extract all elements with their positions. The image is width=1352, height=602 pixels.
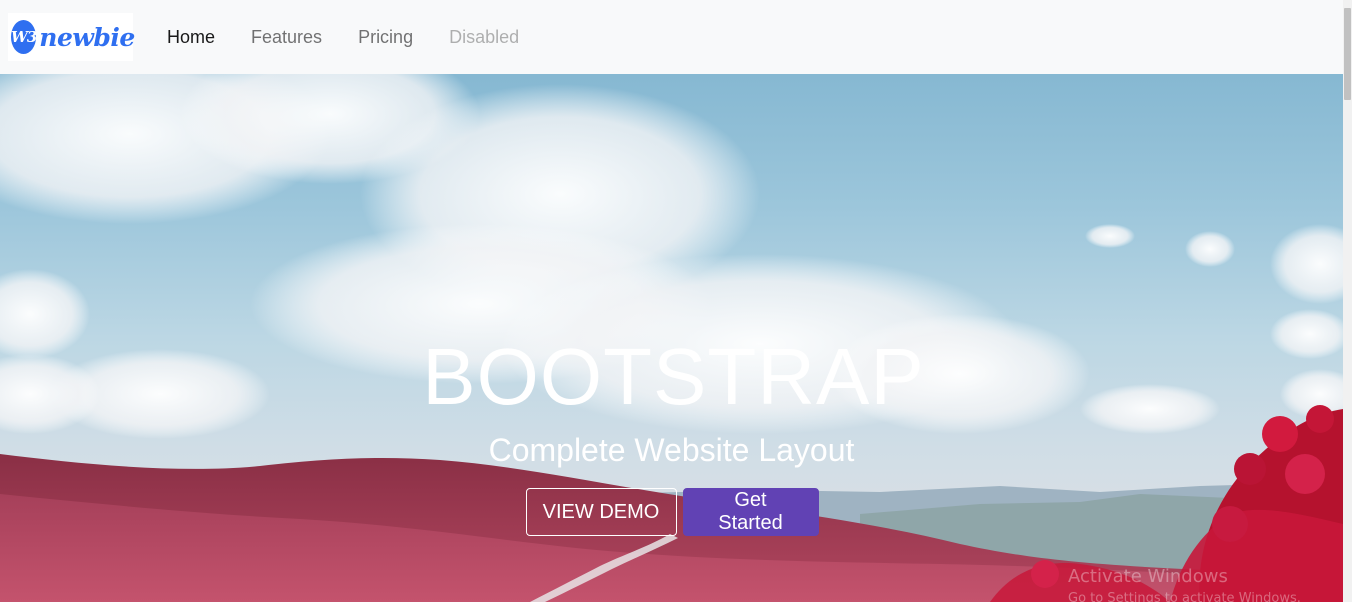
navbar: W3 newbie Home Features Pricing Disabled [0,0,1343,74]
scrollbar-thumb[interactable] [1344,8,1351,100]
get-started-button[interactable]: Get Started [682,488,819,536]
hero-subtitle: Complete Website Layout [488,432,855,468]
watermark-title: Activate Windows [1068,566,1228,587]
activate-windows-watermark: Activate Windows Go to Settings to activ… [1068,566,1301,602]
brand-name: newbie [39,22,135,52]
hero-buttons: VIEW DEMO Get Started [525,488,819,536]
brand-badge-icon: W3 [11,20,37,54]
nav-item-features[interactable]: Features [233,19,340,56]
nav-item-disabled: Disabled [449,26,520,47]
nav-item-pricing[interactable]: Pricing [340,19,431,56]
hero-content: BOOTSTRAP Complete Website Layout VIEW D… [0,74,1343,602]
hero-section: BOOTSTRAP Complete Website Layout VIEW D… [0,74,1343,602]
nav-links: Home Features Pricing Disabled [149,19,537,56]
view-demo-button[interactable]: VIEW DEMO [525,488,677,536]
page-scrollbar[interactable] [1343,0,1352,602]
hero-title: BOOTSTRAP [422,332,925,421]
nav-item-home[interactable]: Home [149,19,233,56]
brand-logo[interactable]: W3 newbie [8,13,135,61]
watermark-subtitle: Go to Settings to activate Windows. [1068,591,1301,602]
